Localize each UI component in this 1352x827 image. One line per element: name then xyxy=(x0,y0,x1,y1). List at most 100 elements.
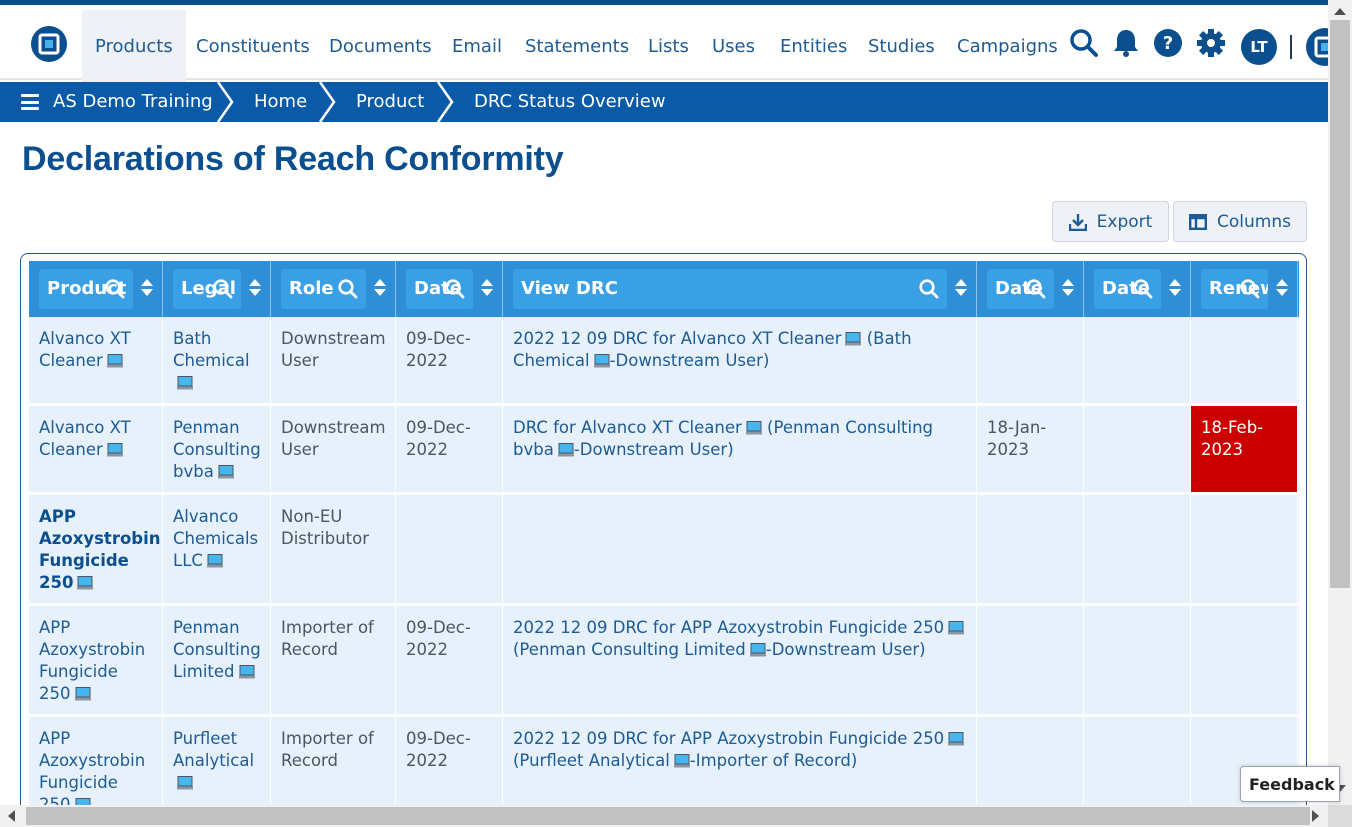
computer-icon[interactable] xyxy=(217,465,234,479)
search-icon[interactable] xyxy=(445,278,465,300)
computer-icon[interactable] xyxy=(74,687,91,701)
nav-item-uses[interactable]: Uses xyxy=(699,10,768,83)
feedback-button[interactable]: Feedback xyxy=(1240,766,1340,802)
computer-icon[interactable] xyxy=(238,665,255,679)
computer-icon[interactable] xyxy=(206,554,223,568)
drc-link[interactable]: 2022 12 09 DRC for APP Azoxystrobin Fung… xyxy=(513,729,944,748)
cell-product: Alvanco XT Cleaner xyxy=(29,406,163,492)
computer-icon[interactable] xyxy=(177,776,193,790)
search-icon[interactable] xyxy=(213,278,233,300)
computer-icon[interactable] xyxy=(749,643,766,657)
column-filter-product[interactable]: Product xyxy=(39,269,133,309)
role-text: Downstream User xyxy=(281,418,386,459)
breadcrumb-item-home[interactable]: Home xyxy=(254,82,307,122)
sort-icon[interactable] xyxy=(1169,279,1181,299)
computer-icon[interactable] xyxy=(948,621,965,635)
column-filter-legal-entity[interactable]: Legal Entity xyxy=(173,269,241,309)
column-header-date: Date xyxy=(396,261,503,317)
scroll-up-icon[interactable] xyxy=(1334,8,1346,15)
nav-item-documents[interactable]: Documents xyxy=(316,10,445,83)
help-icon[interactable]: ? xyxy=(1152,27,1184,59)
computer-icon[interactable] xyxy=(845,332,862,346)
search-icon[interactable] xyxy=(919,278,939,300)
search-icon[interactable] xyxy=(1026,278,1046,300)
bell-icon[interactable] xyxy=(1110,27,1142,59)
breadcrumb-item-product[interactable]: Product xyxy=(356,82,424,122)
nav-item-products[interactable]: Products xyxy=(82,10,186,83)
column-filter-date[interactable]: Date xyxy=(406,269,473,309)
nav-item-studies[interactable]: Studies xyxy=(855,10,948,83)
computer-icon[interactable] xyxy=(557,443,574,457)
nav-item-email[interactable]: Email xyxy=(439,10,515,83)
cell-legal-entity: Penman Consulting bvba xyxy=(163,406,271,492)
drc-link[interactable]: 2022 12 09 DRC for Alvanco XT Cleaner xyxy=(513,329,841,348)
download-icon xyxy=(1068,213,1087,231)
product-link[interactable]: APP Azoxystrobin Fungicide 250 xyxy=(39,507,161,592)
date-text: 18-Jan-2023 xyxy=(987,418,1047,459)
cell-date-3 xyxy=(1084,406,1191,492)
product-link[interactable]: APP Azoxystrobin Fungicide 250 xyxy=(39,729,145,814)
breadcrumb-item-workspace[interactable]: AS Demo Training xyxy=(53,82,213,122)
scroll-right-icon[interactable] xyxy=(1312,810,1319,822)
sort-icon[interactable] xyxy=(249,279,261,299)
vertical-scrollbar-thumb[interactable] xyxy=(1330,20,1350,588)
computer-icon[interactable] xyxy=(673,754,690,768)
export-button[interactable]: Export xyxy=(1052,201,1169,242)
drc-role-text: -Downstream User) xyxy=(609,351,770,370)
sort-icon[interactable] xyxy=(1062,279,1074,299)
menu-icon[interactable] xyxy=(21,94,39,110)
computer-icon[interactable] xyxy=(106,354,123,368)
cell-view-drc: 2022 12 09 DRC for APP Azoxystrobin Fung… xyxy=(503,606,977,714)
nav-item-constituents[interactable]: Constituents xyxy=(183,10,323,83)
cell-renewal xyxy=(1191,495,1298,603)
computer-icon[interactable] xyxy=(593,354,610,368)
sort-icon[interactable] xyxy=(374,279,386,299)
sort-icon[interactable] xyxy=(481,279,493,299)
drc-link[interactable]: 2022 12 09 DRC for APP Azoxystrobin Fung… xyxy=(513,618,944,637)
sort-icon[interactable] xyxy=(955,279,967,299)
role-text: Non-EU Distributor xyxy=(281,507,370,548)
date-text: 09-Dec-2022 xyxy=(406,329,471,370)
computer-icon[interactable] xyxy=(106,443,123,457)
columns-button[interactable]: Columns xyxy=(1173,201,1307,242)
nav-item-entities[interactable]: Entities xyxy=(767,10,860,83)
entity-link[interactable]: Bath Chemical xyxy=(173,329,250,370)
sort-icon[interactable] xyxy=(141,279,153,299)
sort-icon[interactable] xyxy=(1276,279,1288,299)
column-header-view-drc: View DRC xyxy=(503,261,977,317)
column-filter-view-drc[interactable]: View DRC xyxy=(513,269,947,309)
entity-link[interactable]: Purfleet Analytical xyxy=(173,729,254,770)
user-avatar[interactable]: LT xyxy=(1241,29,1277,65)
cell-date-2: 18-Jan-2023 xyxy=(977,406,1084,492)
app-logo-icon[interactable] xyxy=(30,25,68,63)
drc-link[interactable]: DRC for Alvanco XT Cleaner xyxy=(513,418,742,437)
column-filter-date-2[interactable]: Date xyxy=(987,269,1054,309)
nav-item-statements[interactable]: Statements xyxy=(512,10,642,83)
search-icon[interactable] xyxy=(1068,27,1100,59)
nav-item-campaigns[interactable]: Campaigns xyxy=(944,10,1071,83)
cell-date-2 xyxy=(977,495,1084,603)
settings-gear-icon[interactable] xyxy=(1195,27,1227,59)
computer-icon[interactable] xyxy=(948,732,965,746)
search-icon[interactable] xyxy=(1240,278,1260,300)
computer-icon[interactable] xyxy=(177,376,193,390)
search-icon[interactable] xyxy=(338,278,358,300)
scroll-left-icon[interactable] xyxy=(8,810,15,822)
breadcrumb: AS Demo Training Home Product DRC Status… xyxy=(0,82,1328,122)
cell-renewal: 18-Feb-2023 xyxy=(1191,406,1298,492)
product-link[interactable]: APP Azoxystrobin Fungicide 250 xyxy=(39,618,145,703)
computer-icon[interactable] xyxy=(745,421,762,435)
column-filter-role[interactable]: Role xyxy=(281,269,366,309)
cell-date: 09-Dec-2022 xyxy=(396,317,503,403)
horizontal-scrollbar-thumb[interactable] xyxy=(26,807,1310,825)
column-filter-renewal[interactable]: Renewal xyxy=(1201,269,1268,309)
breadcrumb-separator-icon xyxy=(436,82,454,122)
nav-item-lists[interactable]: Lists xyxy=(635,10,702,83)
drc-entity-link[interactable]: (Purfleet Analytical xyxy=(513,751,670,770)
computer-icon[interactable] xyxy=(77,576,94,590)
search-icon[interactable] xyxy=(1133,278,1153,300)
drc-entity-link[interactable]: (Penman Consulting Limited xyxy=(513,640,746,659)
search-icon[interactable] xyxy=(105,278,125,300)
column-filter-date-3[interactable]: Date xyxy=(1094,269,1161,309)
svg-text:?: ? xyxy=(1163,33,1173,54)
